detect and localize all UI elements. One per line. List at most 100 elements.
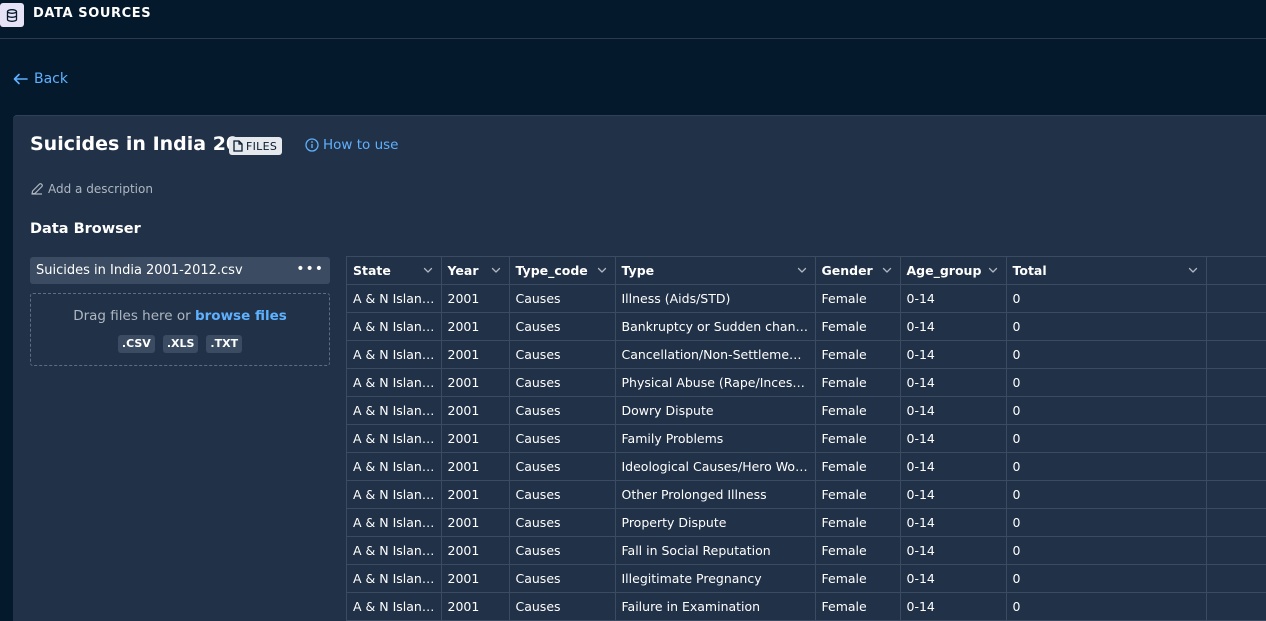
- column-header-label: Type_code: [515, 262, 588, 278]
- table-cell: 0-14: [900, 312, 1007, 341]
- column-header-type-code[interactable]: Type_code: [509, 257, 616, 285]
- info-icon: [305, 138, 319, 152]
- table-cell: 0: [1006, 536, 1207, 565]
- column-header-label: Type: [621, 262, 655, 278]
- table-row: A & N Islands 2001 Causes Illness (Aids/STD…: [347, 284, 1266, 313]
- table-cell: 2001: [441, 424, 510, 453]
- table-cell: Causes: [509, 312, 616, 341]
- table-cell: 0: [1006, 312, 1207, 341]
- table-cell: Physical Abuse (Rape/Incest …: [615, 368, 816, 397]
- more-options-icon[interactable]: •••: [296, 261, 324, 277]
- table-cell: 2001: [441, 368, 510, 397]
- table-cell: 2001: [441, 480, 510, 509]
- table-cell-empty: [1206, 564, 1266, 593]
- table-cell: Other Prolonged Illness: [615, 480, 816, 509]
- data-table: State Year Type_code Type Gender Age_group Tot…: [346, 256, 1266, 621]
- table-cell-empty: [1206, 340, 1266, 369]
- table-row: A & N Islands 2001 Causes Ideological Cause…: [347, 452, 1266, 481]
- table-cell: Cancellation/Non-Settlement …: [615, 340, 816, 369]
- file-name: Suicides in India 2001-2012.csv: [36, 263, 243, 278]
- table-cell: A & N Islands: [347, 368, 442, 397]
- table-cell: 2001: [441, 564, 510, 593]
- table-row: A & N Islands 2001 Causes Failure in Examin…: [347, 592, 1266, 621]
- table-cell: Female: [815, 312, 901, 341]
- table-cell: Causes: [509, 508, 616, 537]
- table-row: A & N Islands 2001 Causes Dowry Dispute Fema…: [347, 396, 1266, 425]
- table-cell: A & N Islands: [347, 536, 442, 565]
- table-cell: A & N Islands: [347, 564, 442, 593]
- table-cell: 0-14: [900, 564, 1007, 593]
- top-bar: DATA SOURCES: [0, 0, 1266, 39]
- table-cell: 0: [1006, 452, 1207, 481]
- table-cell: Female: [815, 508, 901, 537]
- table-cell: 0-14: [900, 424, 1007, 453]
- column-header-empty: [1206, 257, 1266, 285]
- column-header-year[interactable]: Year: [441, 257, 510, 285]
- dropzone-text: Drag files here or browse files: [31, 308, 329, 324]
- table-cell: Property Dispute: [615, 508, 816, 537]
- dataset-title: Suicides in India 20: [30, 133, 240, 155]
- table-cell: 2001: [441, 396, 510, 425]
- table-cell: 0-14: [900, 284, 1007, 313]
- chevron-down-icon: [797, 267, 806, 273]
- table-cell: 0-14: [900, 592, 1007, 621]
- file-dropzone[interactable]: Drag files here or browse files .CSV .XL…: [30, 293, 330, 366]
- table-row: A & N Islands 2001 Causes Fall in Social Re…: [347, 536, 1266, 565]
- table-cell: 0: [1006, 396, 1207, 425]
- column-header-type[interactable]: Type: [615, 257, 816, 285]
- chevron-down-icon: [988, 267, 997, 273]
- column-header-label: Year: [447, 262, 479, 278]
- file-list-item[interactable]: Suicides in India 2001-2012.csv •••: [30, 257, 330, 284]
- table-cell-empty: [1206, 312, 1266, 341]
- table-cell-empty: [1206, 592, 1266, 621]
- table-cell-empty: [1206, 284, 1266, 313]
- table-cell-empty: [1206, 508, 1266, 537]
- browse-files-link[interactable]: browse files: [195, 308, 287, 324]
- extension-badge: .XLS: [162, 335, 199, 353]
- table-cell: 0: [1006, 340, 1207, 369]
- table-cell: Failure in Examination: [615, 592, 816, 621]
- back-link[interactable]: Back: [13, 71, 68, 87]
- table-cell: Female: [815, 340, 901, 369]
- table-cell: 0: [1006, 368, 1207, 397]
- table-cell: Family Problems: [615, 424, 816, 453]
- allowed-extensions: .CSV .XLS .TXT: [31, 335, 329, 353]
- chevron-down-icon: [491, 267, 500, 273]
- column-header-gender[interactable]: Gender: [815, 257, 901, 285]
- table-cell: A & N Islands: [347, 312, 442, 341]
- pencil-icon: [31, 183, 43, 195]
- table-cell: A & N Islands: [347, 508, 442, 537]
- table-cell: 2001: [441, 592, 510, 621]
- table-cell: 2001: [441, 312, 510, 341]
- add-description-label: Add a description: [48, 182, 153, 196]
- table-cell: 2001: [441, 508, 510, 537]
- back-label: Back: [34, 71, 68, 87]
- how-to-use-link[interactable]: How to use: [305, 137, 398, 153]
- table-row: A & N Islands 2001 Causes Physical Abuse (R…: [347, 368, 1266, 397]
- column-header-age-group[interactable]: Age_group: [900, 257, 1007, 285]
- chevron-down-icon: [882, 267, 891, 273]
- chevron-down-icon: [423, 267, 432, 273]
- column-header-total[interactable]: Total: [1006, 257, 1207, 285]
- table-row: A & N Islands 2001 Causes Illegitimate Preg…: [347, 564, 1266, 593]
- table-cell: Female: [815, 368, 901, 397]
- table-cell: Fall in Social Reputation: [615, 536, 816, 565]
- table-row: A & N Islands 2001 Causes Cancellation/Non-…: [347, 340, 1266, 369]
- table-cell: Female: [815, 592, 901, 621]
- table-cell: Dowry Dispute: [615, 396, 816, 425]
- table-cell: 0: [1006, 424, 1207, 453]
- table-cell: A & N Islands: [347, 284, 442, 313]
- table-cell-empty: [1206, 536, 1266, 565]
- table-cell: 0: [1006, 592, 1207, 621]
- table-cell: Illegitimate Pregnancy: [615, 564, 816, 593]
- add-description-button[interactable]: Add a description: [30, 182, 153, 196]
- table-cell: 2001: [441, 340, 510, 369]
- table-cell: Causes: [509, 368, 616, 397]
- table-cell: 2001: [441, 536, 510, 565]
- table-cell: 0: [1006, 480, 1207, 509]
- table-cell: Female: [815, 452, 901, 481]
- table-cell: Causes: [509, 592, 616, 621]
- column-header-state[interactable]: State: [347, 257, 442, 285]
- how-to-use-label: How to use: [323, 137, 399, 153]
- table-cell: Female: [815, 480, 901, 509]
